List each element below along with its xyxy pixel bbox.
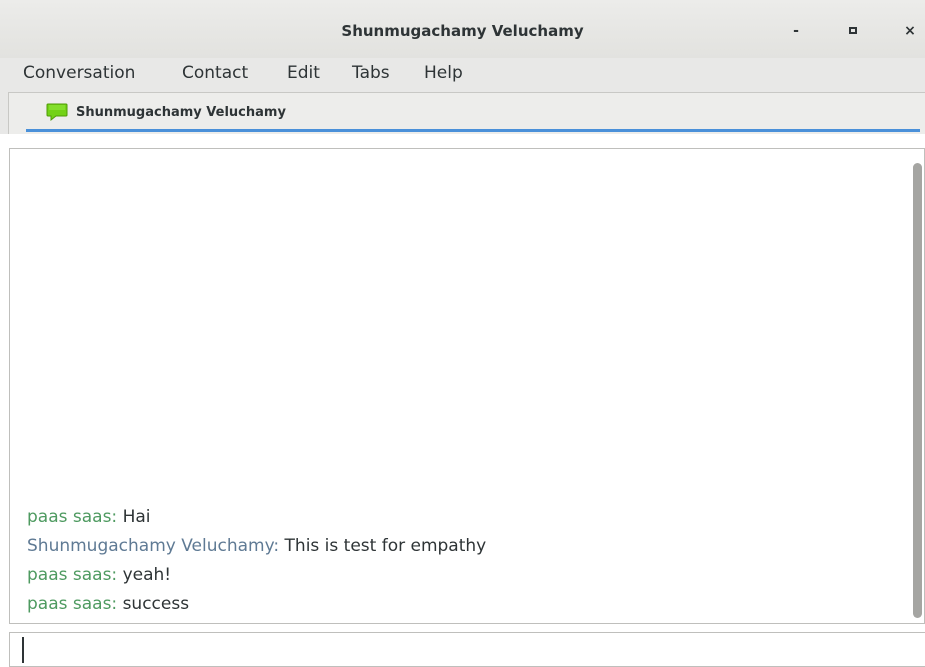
- message-sender: paas saas:: [27, 594, 118, 614]
- message-row: paas saas: success: [27, 590, 894, 619]
- message-text: yeah!: [117, 565, 172, 585]
- message-text: success: [117, 594, 190, 614]
- menu-conversation[interactable]: Conversation: [23, 63, 135, 83]
- panel-spacer: [0, 134, 925, 148]
- message-sender: paas saas:: [27, 565, 118, 585]
- message-input[interactable]: [10, 633, 925, 666]
- maximize-icon: [849, 26, 857, 34]
- message-sender: paas saas:: [27, 507, 118, 527]
- tab-label: Shunmugachamy Veluchamy: [76, 105, 286, 120]
- message-list: paas saas: Hai Shunmugachamy Veluchamy: …: [27, 503, 894, 619]
- chat-window: Shunmugachamy Veluchamy - × Conversation…: [0, 0, 925, 667]
- message-row: Shunmugachamy Veluchamy: This is test fo…: [27, 532, 894, 561]
- minimize-button[interactable]: -: [782, 18, 810, 44]
- title-bar[interactable]: Shunmugachamy Veluchamy - ×: [0, 0, 925, 58]
- minimize-icon: -: [793, 23, 799, 39]
- chat-history[interactable]: paas saas: Hai Shunmugachamy Veluchamy: …: [9, 148, 925, 624]
- menu-help[interactable]: Help: [424, 63, 463, 83]
- message-sender: Shunmugachamy Veluchamy:: [27, 536, 280, 556]
- scrollbar-thumb[interactable]: [913, 163, 922, 618]
- scrollbar[interactable]: [910, 151, 922, 621]
- chat-bubble-icon: [46, 103, 68, 122]
- menu-tabs[interactable]: Tabs: [352, 63, 390, 83]
- close-button[interactable]: ×: [896, 18, 924, 44]
- message-row: paas saas: yeah!: [27, 561, 894, 590]
- menu-contact[interactable]: Contact: [182, 63, 248, 83]
- message-text: This is test for empathy: [279, 536, 487, 556]
- message-text: Hai: [117, 507, 151, 527]
- message-row: paas saas: Hai: [27, 503, 894, 532]
- close-icon: ×: [904, 23, 916, 39]
- maximize-button[interactable]: [839, 18, 867, 44]
- tab-strip: Shunmugachamy Veluchamy: [0, 92, 925, 134]
- menu-edit[interactable]: Edit: [287, 63, 320, 83]
- message-input-container: [9, 632, 925, 667]
- text-cursor: [22, 637, 24, 663]
- menu-bar: Conversation Contact Edit Tabs Help: [0, 58, 925, 92]
- active-tab-indicator: [26, 129, 920, 132]
